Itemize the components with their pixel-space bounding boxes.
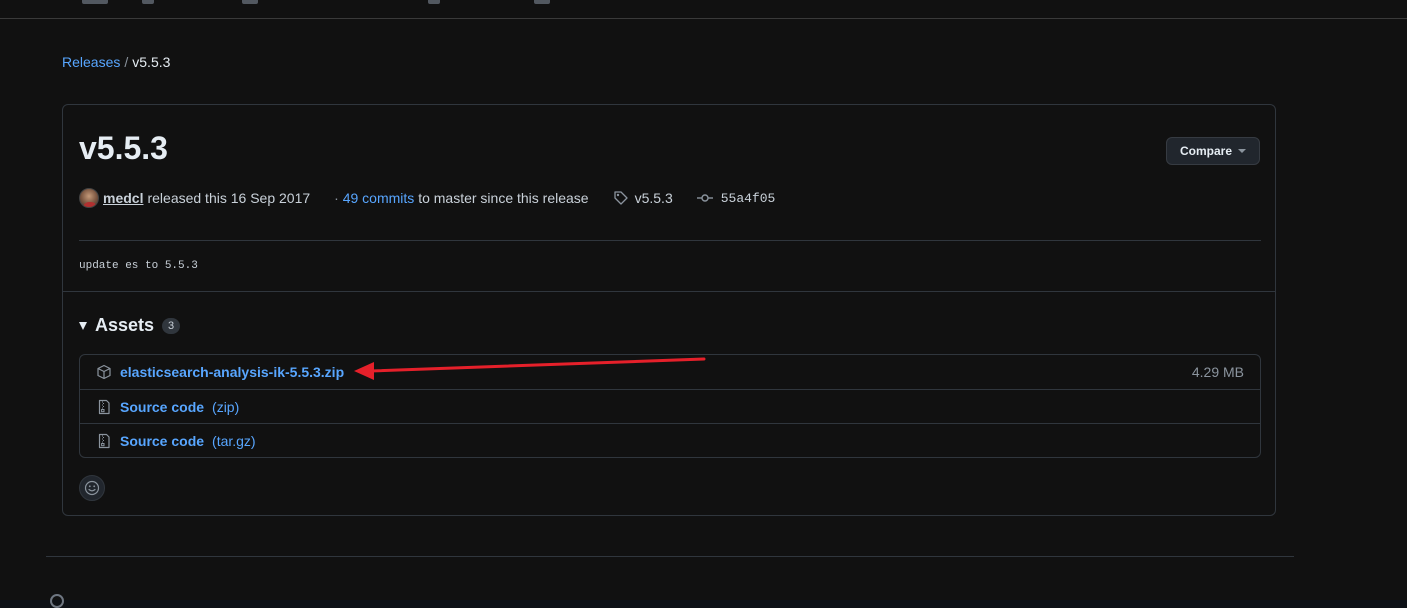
compare-button[interactable]: Compare: [1166, 137, 1260, 165]
asset-format[interactable]: (zip): [212, 399, 239, 415]
author-link[interactable]: medcl: [103, 190, 143, 206]
package-icon: [97, 364, 111, 380]
nav-fragment: [428, 0, 440, 4]
divider: [79, 240, 1261, 241]
commits-rest-text: to master since this release: [418, 190, 589, 206]
assets-count-badge: 3: [162, 317, 181, 334]
git-commit-icon: [696, 194, 713, 202]
asset-row: Source code (zip): [80, 389, 1260, 423]
commits-info: · 49 commits to master since this releas…: [334, 190, 588, 206]
top-navigation-bar: [0, 0, 1407, 19]
divider: [46, 556, 1294, 557]
release-title: v5.5.3: [79, 130, 168, 166]
commits-prefix: ·: [334, 190, 339, 206]
asset-format[interactable]: (tar.gz): [212, 433, 256, 449]
asset-size: 4.29 MB: [1191, 364, 1244, 380]
source-code-targz-link[interactable]: Source code: [120, 433, 204, 449]
nav-fragment: [82, 0, 108, 4]
asset-download-link[interactable]: elasticsearch-analysis-ik-5.5.3.zip: [120, 364, 344, 380]
asset-row: elasticsearch-analysis-ik-5.5.3.zip 4.29…: [80, 355, 1260, 389]
tag-icon: [613, 191, 628, 205]
compare-button-label: Compare: [1179, 144, 1232, 158]
breadcrumb-separator: /: [124, 54, 129, 70]
nav-fragment: [142, 0, 154, 4]
assets-header[interactable]: Assets 3: [79, 315, 181, 336]
breadcrumb: Releases / v5.5.3: [62, 54, 170, 70]
divider: [63, 291, 1275, 292]
chevron-down-icon: [1238, 149, 1246, 153]
triangle-down-icon: [79, 321, 87, 330]
asset-row: Source code (tar.gz): [80, 423, 1260, 457]
release-card: v5.5.3 Compare medcl released this 16 Se…: [62, 104, 1276, 516]
source-code-zip-link[interactable]: Source code: [120, 399, 204, 415]
add-reaction-button[interactable]: [79, 475, 105, 501]
assets-list: elasticsearch-analysis-ik-5.5.3.zip 4.29…: [79, 354, 1261, 458]
circle-icon: [50, 594, 64, 608]
breadcrumb-current: v5.5.3: [132, 54, 171, 70]
commits-link[interactable]: 49 commits: [343, 190, 415, 206]
assets-title: Assets: [95, 315, 155, 335]
commit-info[interactable]: 55a4f05: [696, 190, 776, 206]
smiley-icon: [84, 480, 100, 496]
commit-sha: 55a4f05: [720, 190, 776, 206]
breadcrumb-releases-link[interactable]: Releases: [62, 54, 120, 70]
file-zip-icon: [98, 433, 110, 448]
release-meta: medcl released this 16 Sep 2017 · 49 com…: [79, 187, 775, 209]
tag-label: v5.5.3: [634, 190, 673, 206]
avatar[interactable]: [79, 188, 99, 208]
released-date-text: released this 16 Sep 2017: [147, 190, 311, 206]
release-body: update es to 5.5.3: [79, 260, 198, 272]
nav-fragment: [534, 0, 550, 4]
nav-fragment: [242, 0, 258, 4]
file-zip-icon: [98, 399, 110, 414]
tag-info[interactable]: v5.5.3: [613, 190, 673, 206]
